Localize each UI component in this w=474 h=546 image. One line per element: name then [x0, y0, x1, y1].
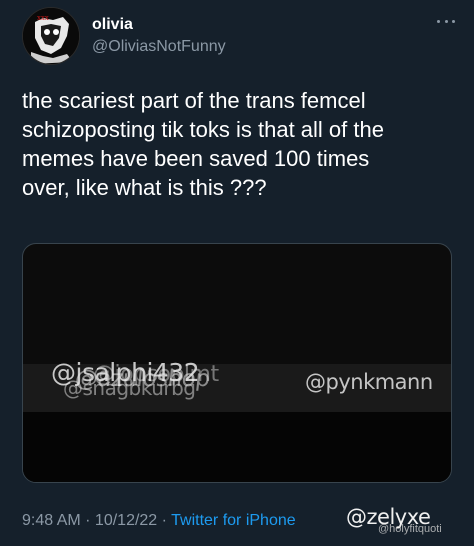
- user-handle[interactable]: @OliviasNotFunny: [92, 36, 226, 58]
- dot: [437, 19, 440, 23]
- avatar-image-icon: xxx: [23, 8, 79, 64]
- meta-separator: ·: [80, 512, 95, 529]
- tweet-date[interactable]: 10/12/22: [95, 512, 157, 529]
- media-watermark: @jsalphi432: [51, 358, 200, 387]
- corner-watermark-sub: @holyfitquoti: [378, 523, 442, 535]
- display-name[interactable]: olivia: [92, 15, 226, 35]
- tweet-meta: 9:48 AM · 10/12/22 · Twitter for iPhone: [22, 510, 296, 532]
- tweet-media[interactable]: @azuloshop @snagbkurbg @jopsoplmt @jsalp…: [22, 243, 452, 483]
- media-watermark: @pynkmann: [305, 370, 433, 394]
- avatar[interactable]: xxx: [22, 7, 80, 65]
- tweet-text: the scariest part of the trans femcel sc…: [22, 88, 384, 200]
- tweet-source-app[interactable]: Twitter for iPhone: [171, 512, 296, 529]
- meta-separator: ·: [157, 512, 172, 529]
- media-lower: [23, 412, 451, 482]
- tweet-header: xxx olivia @OliviasNotFunny: [22, 6, 458, 66]
- svg-text:xxx: xxx: [37, 14, 49, 22]
- dot: [444, 19, 448, 23]
- tweet-time[interactable]: 9:48 AM: [22, 512, 81, 529]
- dot: [452, 19, 455, 23]
- corner-watermark: @zelyxe @holyfitquoti: [338, 505, 468, 539]
- more-options-icon[interactable]: [434, 14, 458, 28]
